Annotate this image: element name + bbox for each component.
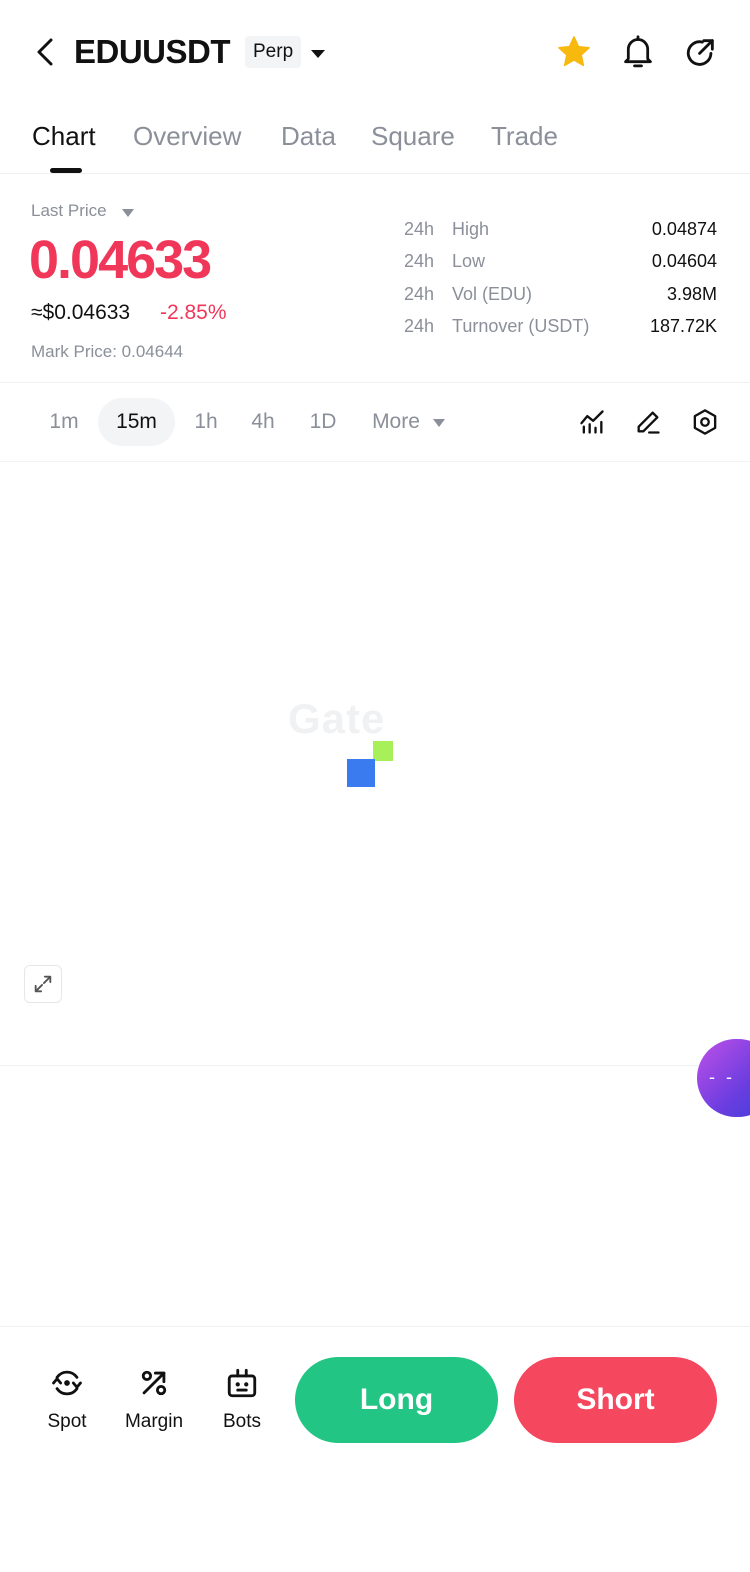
interval-more[interactable]: More [366,398,426,446]
bubble-text: - - [709,1067,735,1087]
star-icon[interactable] [554,32,594,72]
chart-area[interactable]: Gate [0,463,750,1066]
tab-chart[interactable]: Chart [32,118,96,154]
header: EDUUSDT Perp [0,0,750,106]
interval-15m[interactable]: 15m [98,398,175,446]
active-tab-indicator [50,168,82,173]
stat-row-turnover: 24h Turnover (USDT) 187.72K [404,316,717,342]
settings-icon[interactable] [687,404,723,440]
stat-prefix: 24h [404,284,435,304]
chevron-down-icon[interactable] [121,206,135,218]
back-icon[interactable] [26,32,66,72]
last-price-value: 0.04633 [29,230,212,290]
tab-data[interactable]: Data [281,118,336,154]
nav-label: Bots [222,1411,262,1432]
interval-1m[interactable]: 1m [40,398,88,446]
bell-icon[interactable] [618,32,658,72]
interval-1d[interactable]: 1D [303,398,343,446]
tab-square[interactable]: Square [371,118,455,154]
interval-1h[interactable]: 1h [186,398,226,446]
spot-icon [49,1365,85,1401]
bottom-bar: Spot Margin Bots Long Short [0,1326,750,1476]
usd-value: ≈$0.04633 [31,301,131,324]
tab-trade[interactable]: Trade [491,118,558,154]
chevron-down-icon[interactable] [308,44,328,64]
margin-icon [136,1365,172,1401]
stat-name: Low [452,251,486,271]
pair-title[interactable]: EDUUSDT [74,30,231,74]
stat-value: 0.04604 [651,251,717,271]
expand-icon[interactable] [24,965,62,1003]
indicator-icon[interactable] [574,404,610,440]
short-button[interactable]: Short [514,1357,717,1443]
tab-bar: Chart Overview Data Square Trade [0,106,750,174]
stat-value: 3.98M [666,284,717,304]
loading-square-green [373,741,393,761]
nav-label: Spot [47,1411,87,1432]
mark-price: Mark Price: 0.04644 [31,342,184,361]
stat-row-low: 24h Low 0.04604 [404,251,717,277]
price-change: -2.85% [160,301,227,324]
share-icon[interactable] [681,32,721,72]
interval-4h[interactable]: 4h [243,398,283,446]
stat-prefix: 24h [404,219,435,239]
stat-name: High [452,219,490,239]
stat-prefix: 24h [404,251,435,271]
tab-overview[interactable]: Overview [133,118,241,154]
nav-bots[interactable]: Bots [202,1365,282,1445]
nav-margin[interactable]: Margin [114,1365,194,1445]
stat-value: 0.04874 [651,219,717,239]
contract-type-badge[interactable]: Perp [245,36,302,68]
stat-value: 187.72K [649,316,717,336]
stat-name: Turnover (USDT) [452,316,590,336]
nav-label: Margin [124,1411,184,1432]
draw-icon[interactable] [630,404,666,440]
loading-square-blue [347,759,375,787]
interval-bar: 1m 15m 1h 4h 1D More [0,384,750,462]
nav-spot[interactable]: Spot [27,1365,107,1445]
stat-row-high: 24h High 0.04874 [404,219,717,245]
gate-watermark: Gate [288,695,386,742]
price-section: Last Price 0.04633 ≈$0.04633 -2.85% Mark… [0,175,750,383]
long-button[interactable]: Long [295,1357,498,1443]
chevron-down-icon[interactable] [432,416,446,428]
stat-row-volume: 24h Vol (EDU) 3.98M [404,284,717,310]
last-price-label[interactable]: Last Price [31,201,107,221]
bots-icon [224,1365,260,1401]
stat-name: Vol (EDU) [452,284,533,304]
stat-prefix: 24h [404,316,435,336]
